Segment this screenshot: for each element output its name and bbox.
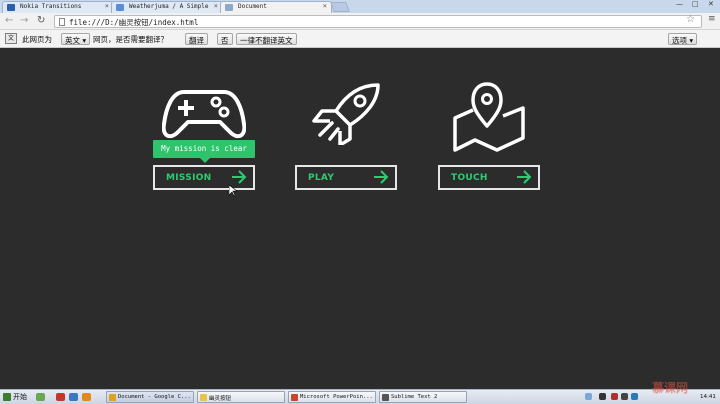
bookmark-star-icon[interactable]: ☆ — [686, 14, 695, 25]
clock: 14:41 — [700, 394, 716, 400]
task-label: Document - Google C... — [118, 394, 191, 400]
translate-button[interactable]: 翻译 — [185, 33, 208, 45]
task-chrome[interactable]: Document - Google C... — [106, 391, 194, 403]
tray-icon[interactable] — [585, 393, 592, 400]
translate-prefix: 此网页为 — [22, 35, 52, 44]
start-button[interactable]: 开始 — [1, 391, 29, 403]
minimize-icon[interactable]: — — [676, 0, 683, 8]
windows-logo-icon — [3, 393, 11, 401]
task-label: 幽灵按钮 — [209, 396, 232, 402]
taskbar: 开始 Document - Google C... 幽灵按钮 Microsoft… — [0, 389, 720, 404]
close-window-icon[interactable]: ✕ — [708, 0, 714, 8]
touch-label: TOUCH — [451, 173, 488, 183]
tray-icon[interactable] — [621, 393, 628, 400]
tray-icon[interactable] — [631, 393, 638, 400]
page-icon — [59, 18, 65, 26]
close-tab-icon[interactable]: × — [323, 2, 327, 10]
browser-tab-strip: Nokia Transitions × Weatherjuma / A Simp… — [0, 0, 720, 13]
tab-weatherjuma[interactable]: Weatherjuma / A Simple × — [111, 1, 223, 13]
play-button[interactable]: PLAY — [295, 165, 397, 190]
options-label: 选项 — [672, 36, 687, 45]
translate-infobar: 文 此网页为 英文 ▾ 网页，是否需要翻译？ 翻译 否 一律不翻译英文 选项 ▾ — [0, 30, 720, 48]
task-powerpoint[interactable]: Microsoft PowerPoin... — [288, 391, 376, 403]
favicon-icon — [116, 4, 124, 11]
close-tab-icon[interactable]: × — [105, 2, 109, 10]
task-sublime[interactable]: Sublime Text 2 — [379, 391, 467, 403]
menu-icon[interactable]: ≡ — [708, 14, 716, 24]
tab-title: Weatherjuma / A Simple — [129, 3, 209, 10]
task-label: Sublime Text 2 — [391, 394, 438, 400]
start-label: 开始 — [13, 393, 27, 401]
language-select[interactable]: 英文 ▾ — [61, 33, 91, 45]
tab-title: Nokia Transitions — [20, 3, 82, 10]
maximize-icon[interactable]: □ — [692, 0, 699, 8]
quicklaunch-icon[interactable] — [36, 393, 45, 401]
never-translate-button[interactable]: 一律不翻译英文 — [236, 33, 297, 45]
translate-question: 网页，是否需要翻译？ — [93, 35, 168, 44]
task-folder[interactable]: 幽灵按钮 — [197, 391, 285, 403]
tab-nokia-transitions[interactable]: Nokia Transitions × — [2, 1, 114, 13]
play-label: PLAY — [308, 173, 335, 183]
quicklaunch-icon[interactable] — [69, 393, 78, 401]
mouse-cursor-icon — [228, 184, 238, 199]
translate-icon: 文 — [5, 33, 17, 44]
no-translate-button[interactable]: 否 — [217, 33, 233, 45]
arrow-right-icon — [516, 170, 532, 187]
favicon-icon — [225, 4, 233, 11]
gamepad-icon — [161, 86, 247, 144]
browser-toolbar: ← → ↻ file:///D:/幽灵按钮/index.html ☆ ≡ — [0, 13, 720, 30]
tab-title: Document — [238, 3, 267, 10]
back-icon[interactable]: ← — [5, 15, 13, 26]
mission-label: MISSION — [166, 173, 212, 183]
touch-button[interactable]: TOUCH — [438, 165, 540, 190]
favicon-icon — [7, 4, 15, 11]
quicklaunch-icon[interactable] — [56, 393, 65, 401]
chrome-icon — [109, 394, 116, 401]
rocket-icon — [310, 81, 384, 147]
folder-icon — [200, 394, 207, 401]
address-bar[interactable]: file:///D:/幽灵按钮/index.html — [54, 15, 702, 28]
sublime-icon — [382, 394, 389, 401]
options-button[interactable]: 选项 ▾ — [668, 33, 698, 45]
task-label: Microsoft PowerPoin... — [300, 394, 373, 400]
arrow-right-icon — [373, 170, 389, 187]
close-tab-icon[interactable]: × — [214, 2, 218, 10]
tray-icon[interactable] — [611, 393, 618, 400]
tray-icon[interactable] — [599, 393, 606, 400]
language-label: 英文 — [65, 36, 80, 45]
map-pin-icon — [451, 82, 527, 156]
forward-icon[interactable]: → — [20, 15, 28, 26]
powerpoint-icon — [291, 394, 298, 401]
mission-tooltip: My mission is clear — [153, 140, 255, 163]
page-content: My mission is clear MISSION PLAY TOUCH — [0, 48, 720, 389]
mission-button[interactable]: MISSION — [153, 165, 255, 190]
quicklaunch-icon[interactable] — [82, 393, 91, 401]
new-tab-button[interactable] — [330, 2, 350, 12]
reload-icon[interactable]: ↻ — [37, 15, 45, 26]
tab-document[interactable]: Document × — [220, 1, 332, 13]
url-text: file:///D:/幽灵按钮/index.html — [69, 18, 199, 27]
watermark-logo: 慕课网 — [652, 381, 689, 395]
